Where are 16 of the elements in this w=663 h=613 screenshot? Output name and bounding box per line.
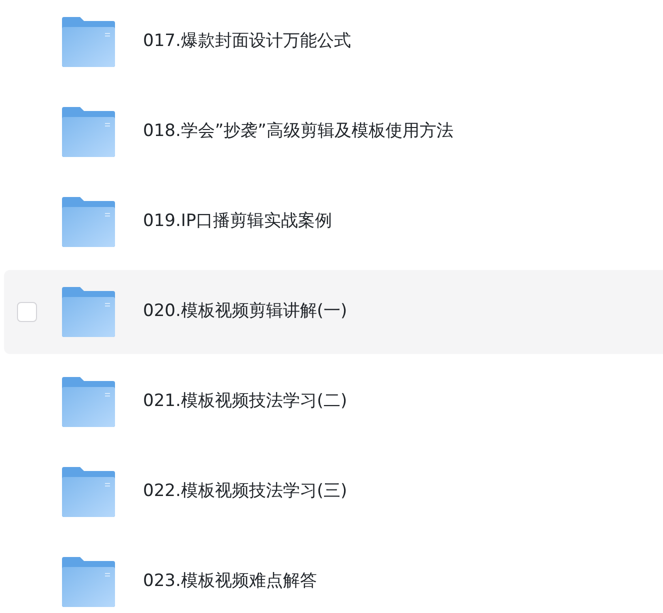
folder-name[interactable]: 022.模板视频技法学习(三)	[143, 479, 348, 505]
folder-icon	[62, 557, 115, 607]
folder-name[interactable]: 021.模板视频技法学习(二)	[143, 389, 348, 415]
folder-name[interactable]: 019.IP口播剪辑实战案例	[143, 209, 332, 235]
checkbox[interactable]	[17, 302, 37, 322]
folder-icon	[62, 197, 115, 247]
file-row[interactable]: 020.模板视频剪辑讲解(一)	[4, 270, 663, 354]
folder-name[interactable]: 017.爆款封面设计万能公式	[143, 29, 351, 55]
folder-name[interactable]: 018.学会”抄袭”高级剪辑及模板使用方法	[143, 119, 454, 145]
folder-icon	[62, 287, 115, 337]
folder-icon	[62, 377, 115, 427]
folder-icon	[62, 17, 115, 67]
folder-icon	[62, 467, 115, 517]
folder-name[interactable]: 023.模板视频难点解答	[143, 569, 317, 595]
folder-name[interactable]: 020.模板视频剪辑讲解(一)	[143, 299, 348, 325]
folder-icon	[62, 107, 115, 157]
